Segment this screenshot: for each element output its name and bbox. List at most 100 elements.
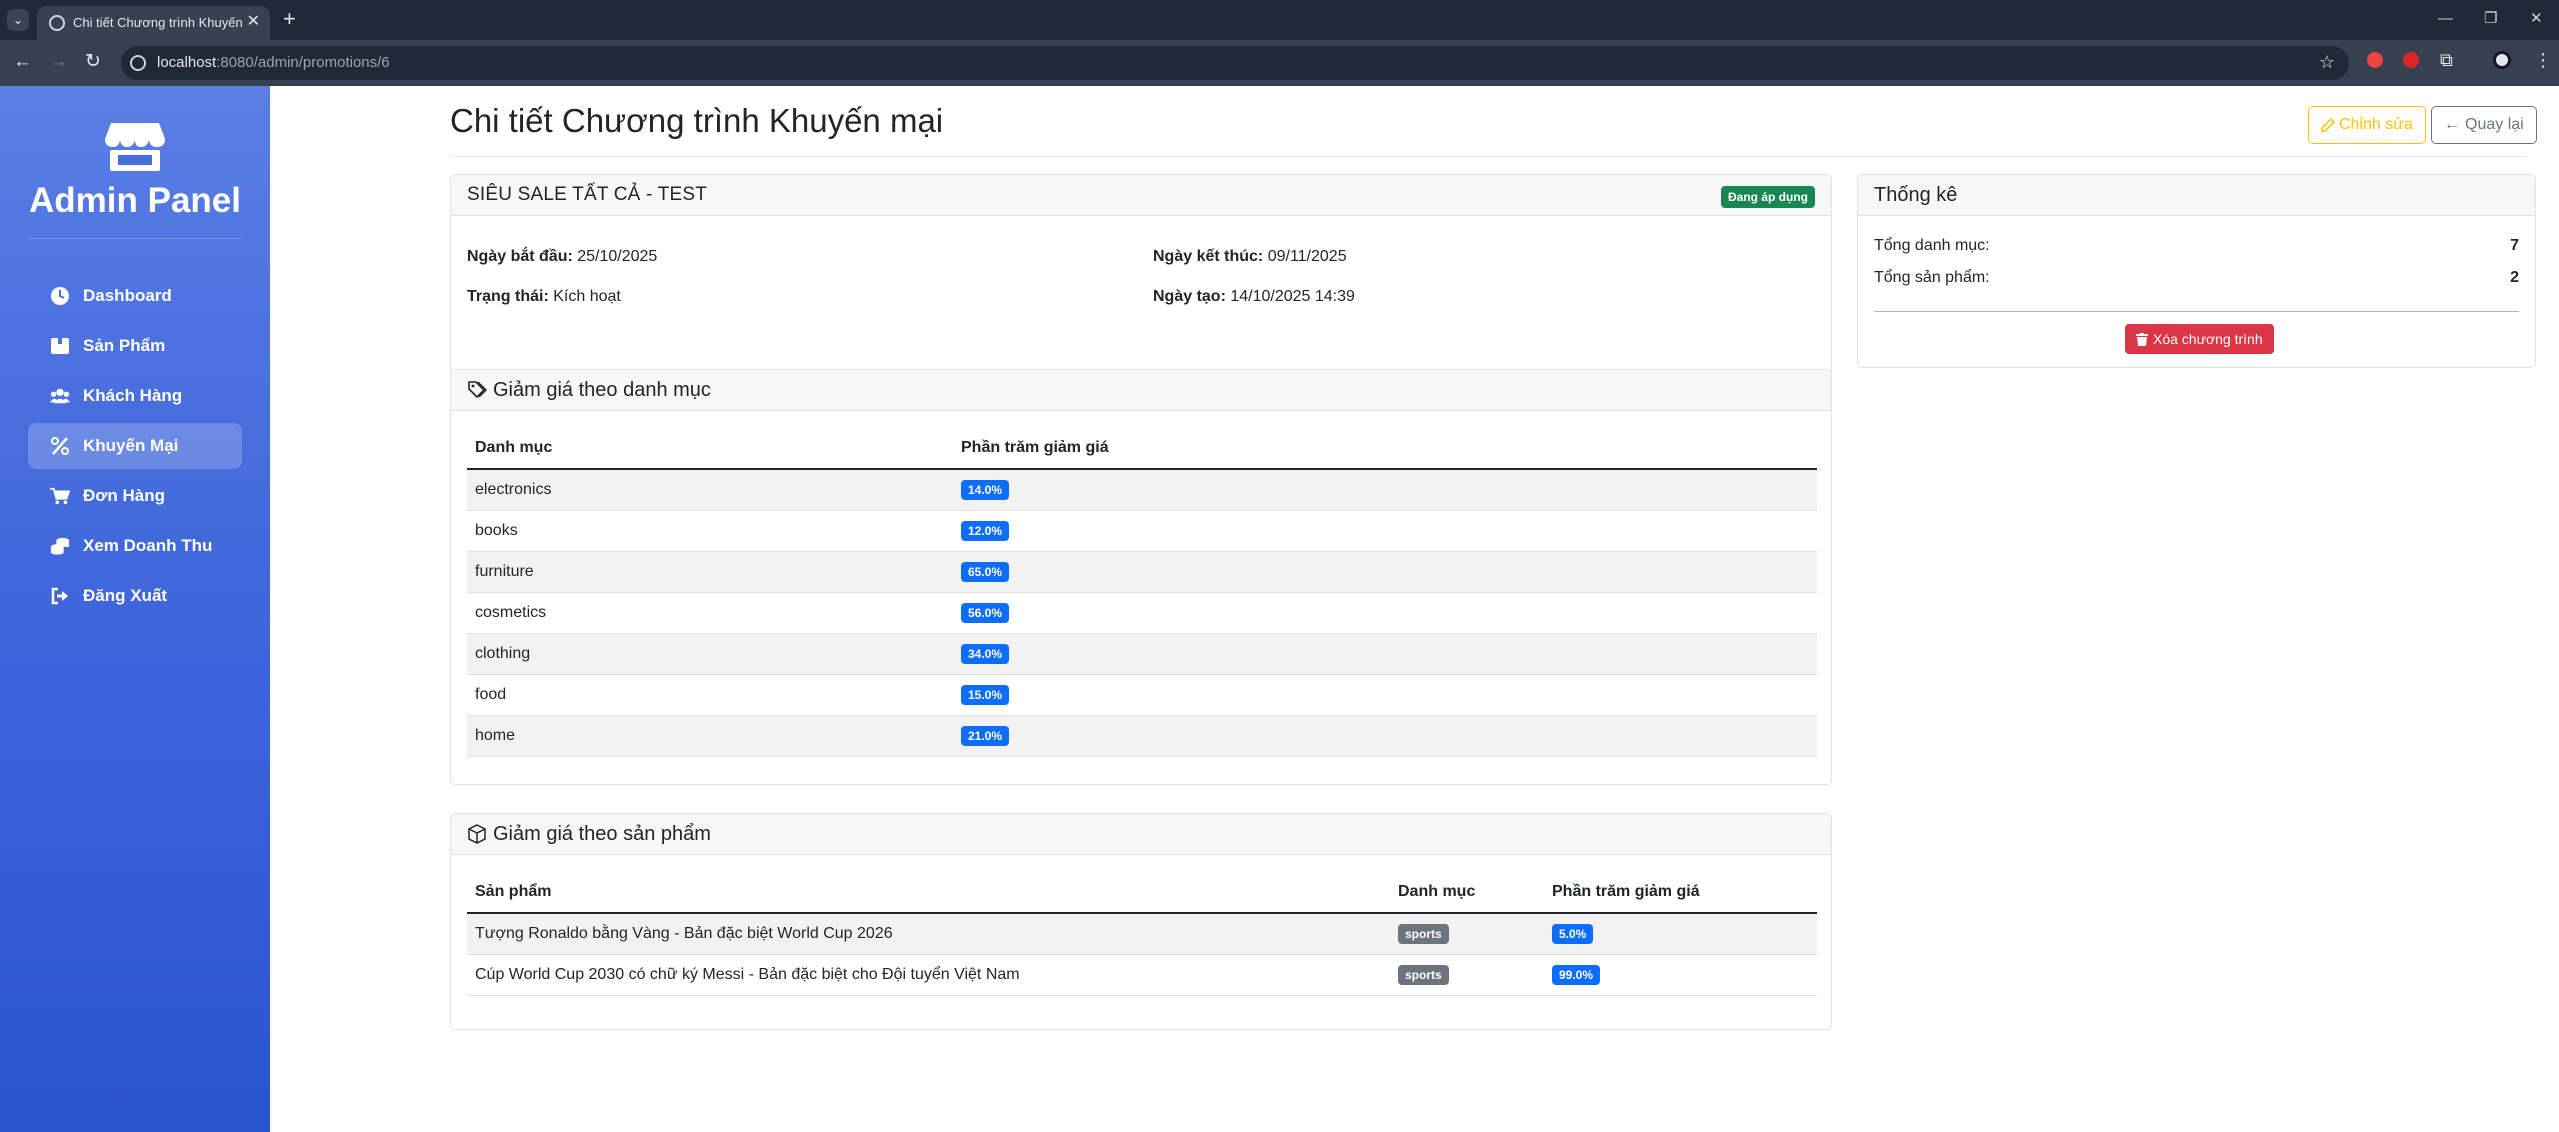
percent-cell: 65.0%	[953, 551, 1817, 593]
extensions-puzzle-icon[interactable]: ⧉	[2440, 50, 2453, 70]
stats-divider	[1874, 311, 2519, 312]
percent-cell: 21.0%	[953, 715, 1817, 757]
sidebar-item-label: Đăng Xuất	[83, 586, 168, 605]
back-button-label: Quay lại	[2465, 116, 2524, 133]
product-cell: Tượng Ronaldo bằng Vàng - Bản đặc biệt W…	[467, 913, 1390, 955]
sidebar-item-products[interactable]: Sản Phẩm	[28, 323, 242, 369]
percent-badge: 21.0%	[961, 725, 1010, 746]
site-info-icon[interactable]	[130, 55, 146, 71]
sidebar-item-revenue[interactable]: Xem Doanh Thu	[28, 523, 242, 569]
percent-badge: 34.0%	[961, 643, 1010, 664]
delete-promotion-button[interactable]: Xóa chương trình	[2125, 324, 2274, 354]
table-row: food 15.0%	[467, 674, 1817, 716]
box-outline-icon	[468, 824, 486, 844]
brand-divider	[28, 238, 242, 239]
percent-cell: 14.0%	[953, 469, 1817, 511]
table-row: electronics 14.0%	[467, 469, 1817, 511]
stats-header: Thống kê	[1858, 175, 2535, 216]
reload-icon[interactable]: ↻	[85, 52, 101, 72]
product-discount-table: Sản phẩm Danh mục Phần trăm giảm giá Tượ…	[467, 871, 1817, 996]
table-row: Tượng Ronaldo bằng Vàng - Bản đặc biệt W…	[467, 913, 1817, 955]
url-text[interactable]: localhost:8080/admin/promotions/6	[157, 54, 390, 71]
sidebar-item-dashboard[interactable]: Dashboard	[28, 273, 242, 319]
profile-avatar-icon[interactable]	[2493, 51, 2511, 69]
pencil-icon	[2321, 118, 2335, 132]
sidebar: Admin Panel Dashboard Sản Phẩm Khách Hàn…	[0, 86, 270, 1132]
edit-button[interactable]: Chỉnh sửa	[2308, 106, 2426, 144]
percent-cell: 56.0%	[953, 592, 1817, 634]
browser-tab-active[interactable]: Chi tiết Chương trình Khuyến m ✕	[37, 6, 270, 40]
tab-close-icon[interactable]: ✕	[247, 13, 260, 31]
stats-title: Thống kê	[1874, 183, 1958, 206]
window-close-icon[interactable]: ✕	[2530, 9, 2543, 29]
browser-menu-icon[interactable]: ⋮	[2534, 50, 2552, 70]
table-row: furniture 65.0%	[467, 551, 1817, 593]
browser-tabbar: ⌄ Chi tiết Chương trình Khuyến m ✕ + — ❐…	[0, 0, 2559, 40]
sidebar-item-label: Khách Hàng	[83, 386, 183, 405]
table-header-row: Danh mục Phần trăm giảm giá	[467, 427, 1817, 470]
percent-cell: 34.0%	[953, 633, 1817, 675]
status-value: Kích hoạt	[553, 288, 621, 305]
table-header-row: Sản phẩm Danh mục Phần trăm giảm giá	[467, 871, 1817, 914]
table-row: cosmetics 56.0%	[467, 592, 1817, 634]
product-discount-title: Giảm giá theo sản phẩm	[493, 822, 711, 845]
sidebar-nav: Dashboard Sản Phẩm Khách Hàng Khuyến Mại…	[28, 273, 242, 623]
category-cell: furniture	[467, 551, 953, 593]
total-products-value: 2	[2510, 269, 2519, 286]
arrow-left-icon: ←	[2444, 116, 2460, 133]
category-cell: clothing	[467, 633, 953, 675]
status-badge: Đang áp dụng	[1721, 186, 1815, 208]
product-discount-card: Giảm giá theo sản phẩm Sản phẩm Danh mục…	[450, 813, 1832, 1030]
status-row: Trạng thái: Kích hoạt	[467, 288, 621, 305]
category-cell: cosmetics	[467, 592, 953, 634]
youtube-extension-icon[interactable]	[2403, 52, 2419, 68]
percent-cell: 15.0%	[953, 674, 1817, 716]
logout-icon	[50, 586, 70, 606]
promotion-name: SIÊU SALE TẤT CẢ - TEST	[467, 184, 708, 205]
main-content: Chi tiết Chương trình Khuyến mại Chỉnh s…	[270, 86, 2559, 1132]
address-bar[interactable]: localhost:8080/admin/promotions/6 ☆	[121, 46, 2349, 80]
product-discount-header: Giảm giá theo sản phẩm	[451, 814, 1831, 855]
table-row: home 21.0%	[467, 715, 1817, 757]
category-discount-table: Danh mục Phần trăm giảm giá electronics …	[467, 427, 1817, 757]
category-discount-title: Giảm giá theo danh mục	[493, 378, 711, 401]
new-tab-button[interactable]: +	[283, 8, 296, 30]
back-button[interactable]: ← Quay lại	[2431, 106, 2537, 144]
table-row: books 12.0%	[467, 510, 1817, 552]
percent-badge: 56.0%	[961, 602, 1010, 623]
category-cell: books	[467, 510, 953, 552]
percent-cell: 5.0%	[1544, 913, 1817, 955]
page-title: Chi tiết Chương trình Khuyến mại	[450, 102, 944, 139]
tab-search-button[interactable]: ⌄	[7, 9, 29, 31]
percent-badge: 65.0%	[961, 561, 1010, 582]
box-icon	[50, 336, 70, 356]
table-row: clothing 34.0%	[467, 633, 1817, 675]
category-cell: electronics	[467, 469, 953, 511]
back-arrow-icon[interactable]: ←	[13, 52, 32, 72]
restore-icon[interactable]: ❐	[2484, 9, 2497, 29]
created-date-row: Ngày tạo: 14/10/2025 14:39	[1153, 288, 1355, 305]
sidebar-item-label: Khuyến Mại	[83, 436, 179, 455]
total-products-row: Tổng sản phẩm: 2	[1874, 269, 2519, 287]
tab-title: Chi tiết Chương trình Khuyến m	[73, 15, 243, 30]
category-badge: sports	[1398, 964, 1449, 985]
coins-icon	[50, 536, 70, 556]
stats-card: Thống kê Tổng danh mục: 7 Tổng sản phẩm:…	[1857, 174, 2536, 368]
sidebar-item-label: Sản Phẩm	[83, 336, 166, 355]
bookmark-star-icon[interactable]: ☆	[2319, 52, 2335, 73]
cart-icon	[50, 486, 70, 506]
sidebar-item-customers[interactable]: Khách Hàng	[28, 373, 242, 419]
percent-badge: 14.0%	[961, 479, 1010, 500]
category-discount-header: Giảm giá theo danh mục	[451, 370, 1831, 411]
sidebar-item-promotions[interactable]: Khuyến Mại	[28, 423, 242, 469]
delete-button-label: Xóa chương trình	[2153, 331, 2263, 347]
forward-arrow-icon[interactable]: →	[49, 52, 68, 72]
minimize-icon[interactable]: —	[2438, 9, 2453, 29]
trash-icon	[2136, 332, 2148, 346]
sidebar-item-label: Dashboard	[83, 286, 172, 305]
extension-red-icon[interactable]	[2367, 52, 2383, 68]
edit-button-label: Chỉnh sửa	[2339, 116, 2413, 133]
sidebar-item-logout[interactable]: Đăng Xuất	[28, 573, 242, 619]
percent-badge: 5.0%	[1552, 923, 1594, 944]
sidebar-item-orders[interactable]: Đơn Hàng	[28, 473, 242, 519]
